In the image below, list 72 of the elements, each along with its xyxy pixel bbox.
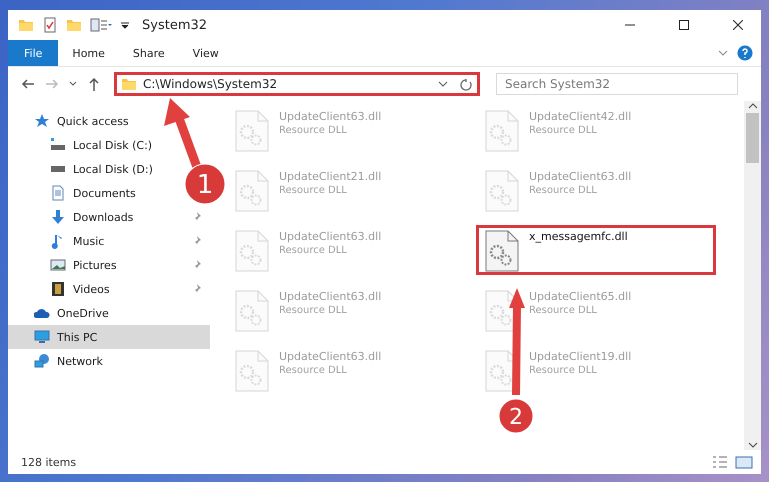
- item-count: 128 items: [21, 456, 78, 468]
- file-name: UpdateClient63.dll: [279, 290, 382, 303]
- dropdown-caret-icon: [120, 22, 130, 28]
- sidebar-item[interactable]: Documents: [8, 181, 144, 205]
- document-icon: [50, 185, 66, 201]
- folder-icon: [66, 17, 82, 33]
- scrollbar-thumb[interactable]: [746, 113, 759, 163]
- scroll-up-icon: [748, 101, 758, 111]
- file-name: UpdateClient63.dll: [279, 110, 382, 123]
- scroll-down-icon: [748, 440, 758, 450]
- drive-icon: [50, 137, 66, 153]
- ribbon-tab[interactable]: File: [8, 40, 58, 66]
- file-name: UpdateClient21.dll: [279, 170, 382, 183]
- monitor-icon: [34, 329, 50, 345]
- dll-file-icon: [485, 110, 519, 152]
- sidebar-item[interactable]: Music: [8, 229, 210, 253]
- picture-icon: [50, 257, 66, 273]
- dll-file-icon: [485, 230, 519, 272]
- minimize-icon: [625, 24, 635, 26]
- drive-icon: [50, 166, 66, 172]
- sidebar-item[interactable]: Local Disk (C:): [8, 133, 160, 157]
- file-name: UpdateClient63.dll: [529, 170, 632, 183]
- star-icon: [34, 113, 50, 129]
- sidebar-item[interactable]: Network: [8, 349, 111, 373]
- file-type: Resource DLL: [279, 245, 348, 256]
- file-name: UpdateClient63.dll: [279, 230, 382, 243]
- file-name: UpdateClient42.dll: [529, 110, 632, 123]
- file-type: Resource DLL: [529, 185, 598, 196]
- file-type: Resource DLL: [279, 125, 348, 136]
- sidebar-item[interactable]: Quick access: [8, 109, 137, 133]
- dll-file-icon: [235, 290, 269, 332]
- folder-icon: [18, 17, 34, 33]
- file-type: Resource DLL: [529, 365, 598, 376]
- sidebar-item[interactable]: Pictures: [8, 253, 210, 277]
- dll-file-icon: [235, 110, 269, 152]
- sidebar-item[interactable]: Videos: [8, 277, 210, 301]
- details-view-icon: [711, 454, 729, 470]
- file-item[interactable]: x_messagemfc.dll: [476, 225, 716, 275]
- window-title: System32: [142, 18, 208, 32]
- checklist-icon: [42, 17, 58, 33]
- search-field[interactable]: Search System32: [496, 73, 738, 95]
- file-name: UpdateClient65.dll: [529, 290, 632, 303]
- file-type: Resource DLL: [279, 305, 348, 316]
- sidebar-item[interactable]: Downloads: [8, 205, 210, 229]
- sidebar-item[interactable]: Local Disk (D:): [8, 157, 161, 181]
- help-icon: [737, 45, 753, 61]
- numbered-arrow-annotation: 1: [164, 98, 226, 204]
- file-name: UpdateClient19.dll: [529, 350, 632, 363]
- sidebar-item[interactable]: This PC: [8, 325, 210, 349]
- film-icon: [50, 281, 66, 297]
- properties-icon: [90, 17, 112, 33]
- file-name: UpdateClient63.dll: [279, 350, 382, 363]
- ribbon-tab[interactable]: Home: [58, 40, 119, 66]
- file-type: Resource DLL: [279, 185, 348, 196]
- address-bar[interactable]: C:\Windows\System32: [114, 72, 480, 96]
- file-type: Resource DLL: [279, 365, 348, 376]
- sidebar-item[interactable]: OneDrive: [8, 301, 117, 325]
- folder-icon: [121, 76, 137, 92]
- network-icon: [34, 353, 50, 369]
- close-icon: [733, 20, 743, 30]
- download-icon: [50, 209, 66, 225]
- ribbon-tab[interactable]: View: [178, 40, 233, 66]
- file-type: Resource DLL: [529, 125, 598, 136]
- dll-file-icon: [235, 170, 269, 212]
- dll-file-icon: [235, 350, 269, 392]
- maximize-icon: [679, 20, 689, 30]
- file-name: x_messagemfc.dll: [529, 230, 628, 243]
- dll-file-icon: [235, 230, 269, 272]
- large-icons-view-icon: [735, 454, 753, 470]
- dll-file-icon: [485, 170, 519, 212]
- file-type: Resource DLL: [529, 305, 598, 316]
- ribbon-tab[interactable]: Share: [118, 40, 179, 66]
